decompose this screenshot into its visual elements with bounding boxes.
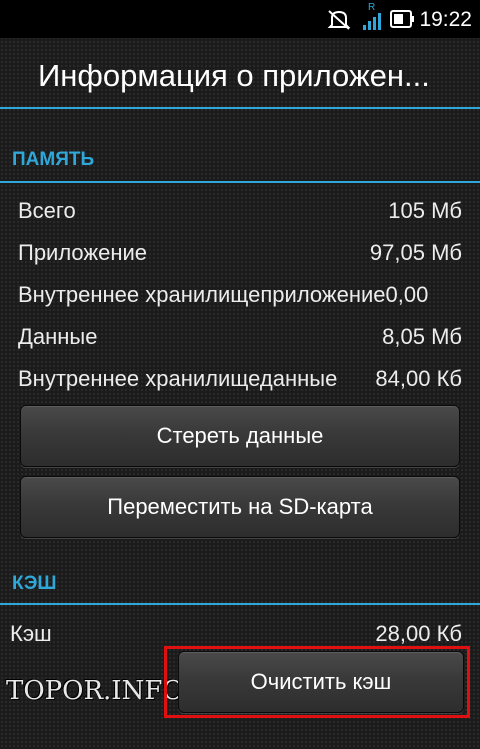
memory-row-internal-app: Внутреннее хранилищеприложение0,00 [18,282,480,318]
clear-cache-button[interactable]: Очистить кэш [178,651,464,713]
cache-label: Кэш [10,621,52,646]
memory-row-value: 8,05 Мб [382,324,462,349]
memory-row-value: 97,05 Мб [369,240,462,265]
status-time: 19:22 [419,8,472,31]
title-bar: Информация о приложен... [0,38,480,110]
memory-row-label: Внутреннее хранилищеданные [18,366,338,391]
clear-data-button[interactable]: Стереть данные [20,405,460,467]
memory-section-header: ПАМЯТЬ [12,149,95,170]
memory-row-data: Данные 8,05 Мб [18,324,462,360]
page-title: Информация о приложен... [38,58,430,93]
memory-row-value: 84,00 Кб [375,366,462,391]
memory-row-value: 0,00 [385,282,429,307]
memory-row-label: Данные [18,324,98,349]
memory-section-divider [0,181,480,183]
status-bar: R 19:22 [0,0,480,38]
watermark: TOPOR.INFO [6,676,184,706]
memory-row-value: 105 Мб [388,198,462,223]
memory-row-app: Приложение 97,05 Мб [18,240,462,276]
move-to-sd-button[interactable]: Переместить на SD-карта [20,476,460,538]
signal-icon [363,13,381,30]
title-divider [0,107,480,109]
memory-row-label: Всего [18,198,76,223]
cache-section-divider [0,603,480,605]
memory-row-internal-data: Внутреннее хранилищеданные 84,00 Кб [18,366,462,402]
mute-icon [327,10,351,30]
memory-row-label: Приложение [18,240,148,265]
memory-row-total: Всего 105 Мб [18,198,462,234]
memory-row-label: Внутреннее хранилищеприложение0,00 [18,282,429,307]
cache-value: 28,00 Кб [375,621,462,646]
cache-section-header: КЭШ [12,573,57,594]
battery-icon [390,10,414,28]
